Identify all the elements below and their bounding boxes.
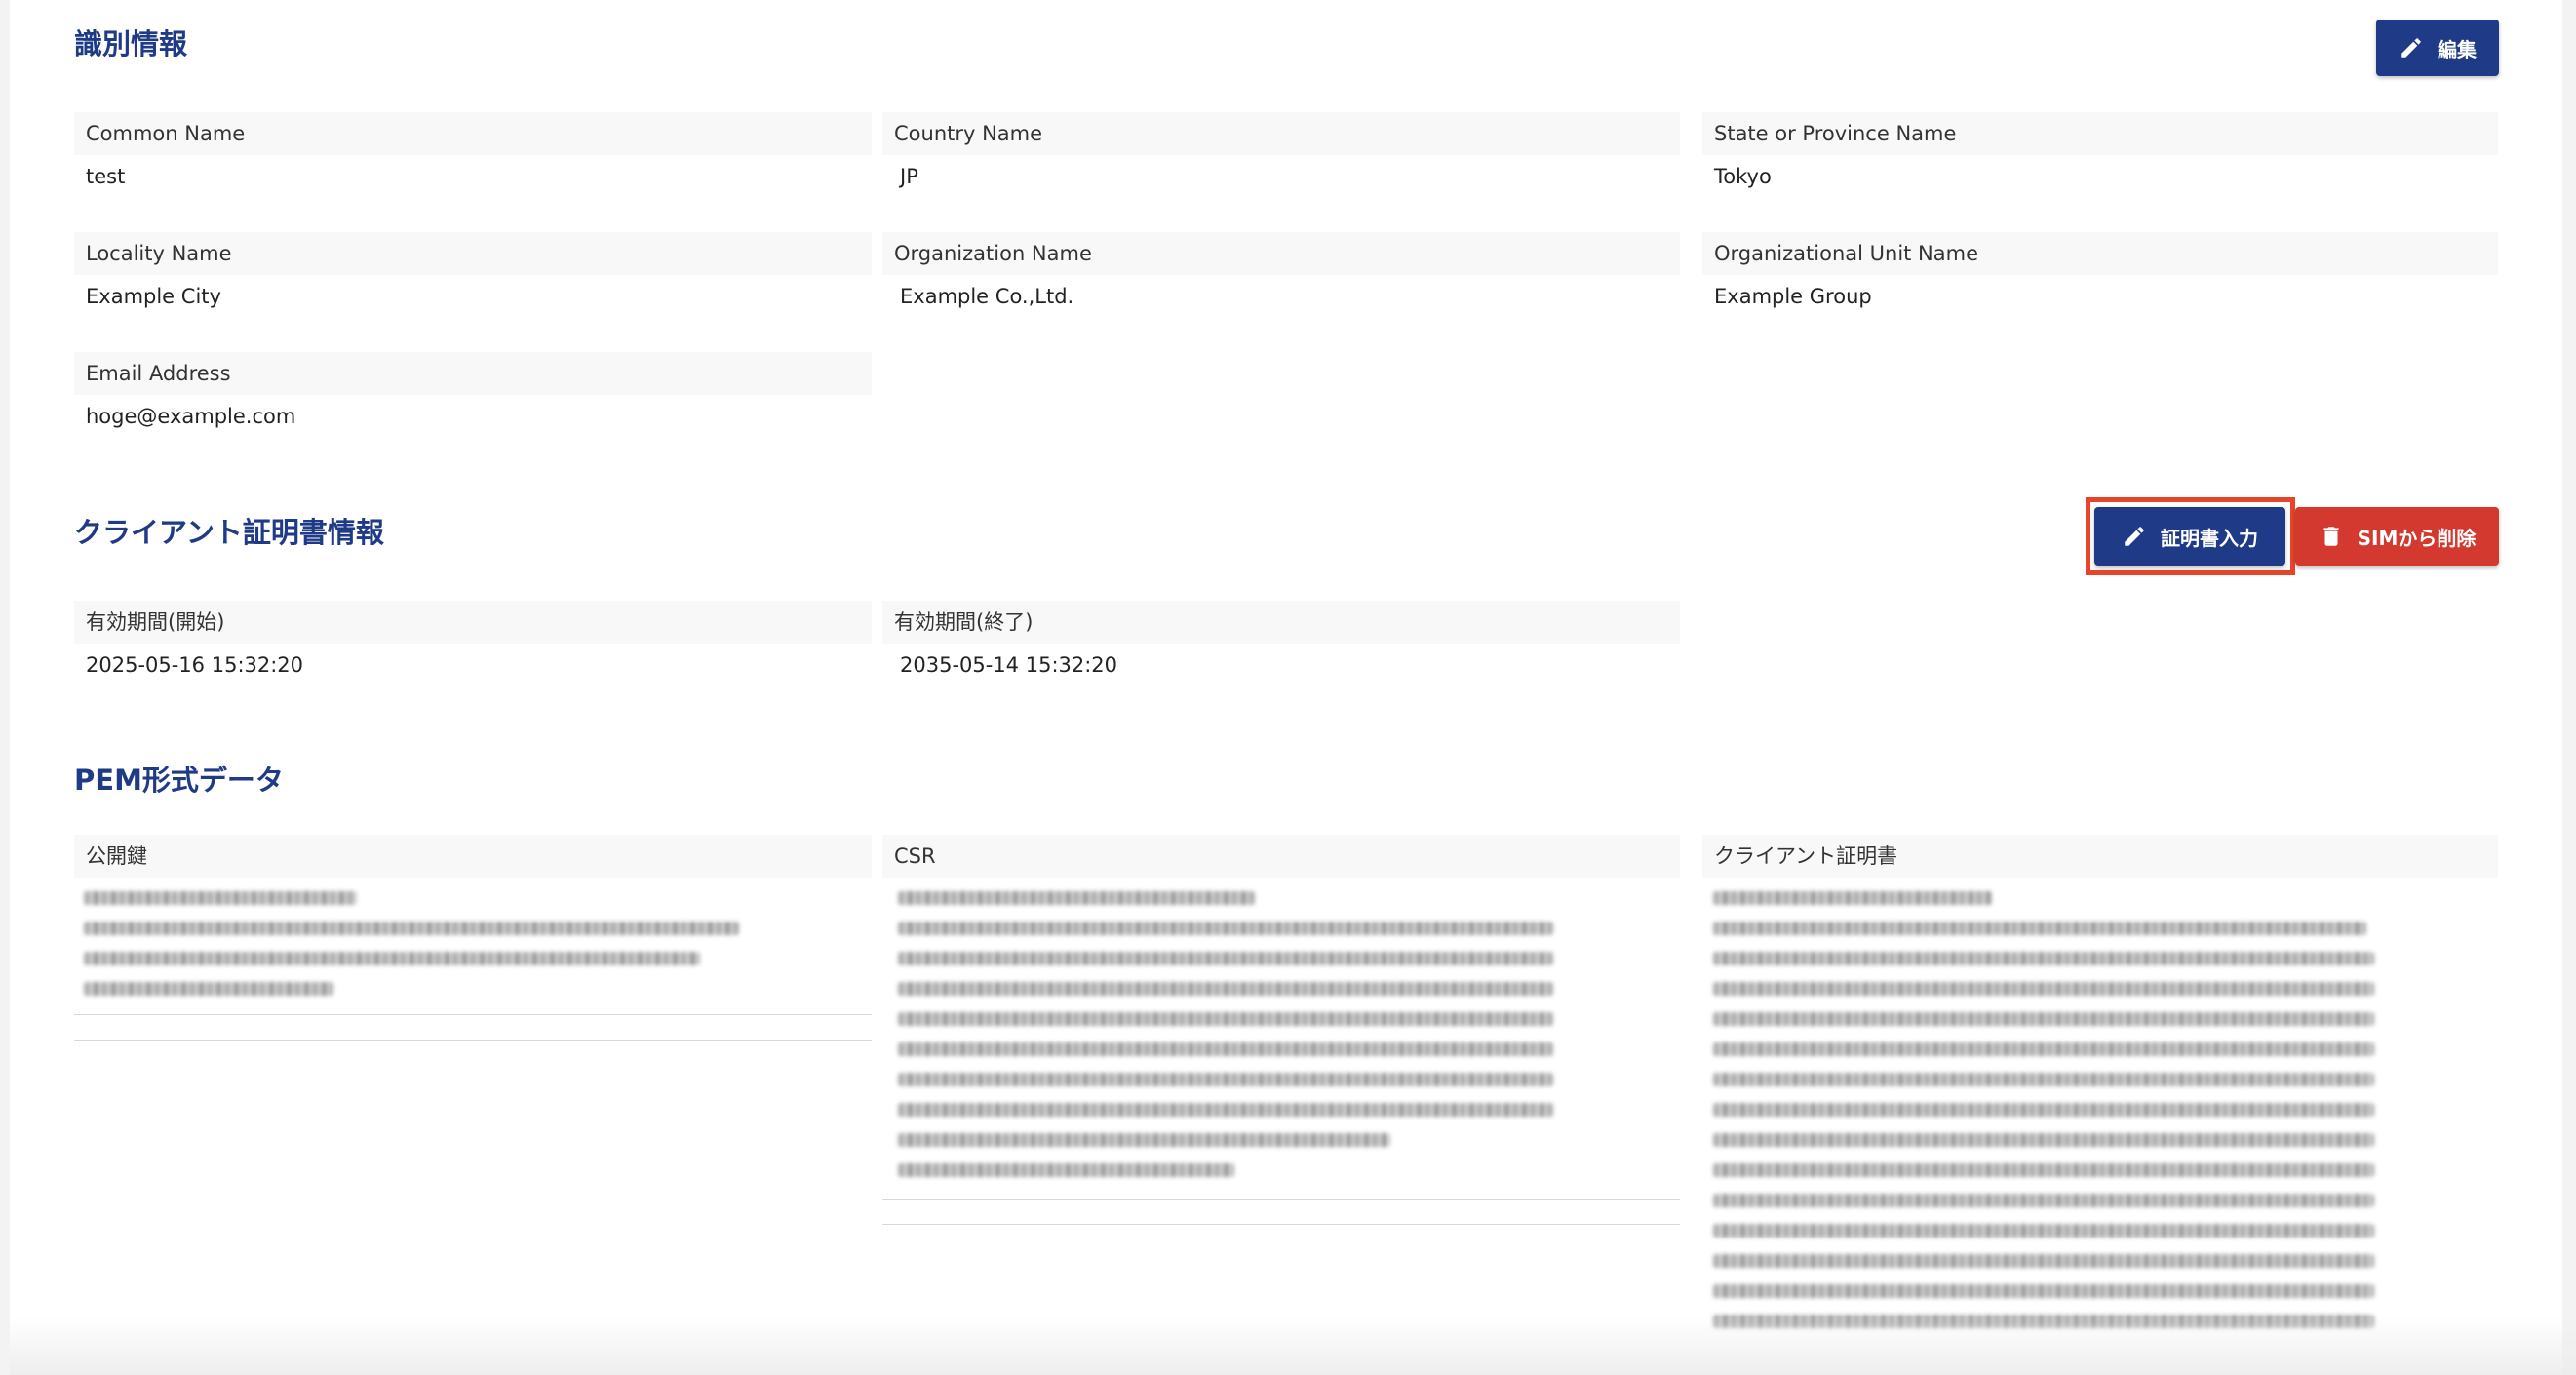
field-value: 2025-05-16 15:32:20 [86, 653, 304, 677]
blurred-text-line [1713, 1284, 2374, 1298]
field-value: Example Group [1714, 285, 1872, 308]
field-label: 有効期間(終了) [882, 601, 1680, 644]
delete-from-sim-button[interactable]: SIMから削除 [2295, 507, 2499, 566]
blurred-text-line [1713, 1254, 2374, 1268]
blurred-text-line [898, 891, 1255, 905]
field-organizational-unit-name: Organizational Unit Name Example Group [1702, 232, 2498, 318]
blurred-text-line [898, 1012, 1553, 1026]
field-label: 有効期間(開始) [74, 601, 872, 644]
blurred-text-line [1713, 1103, 2374, 1117]
blurred-text-line [898, 922, 1553, 935]
blurred-text-line [898, 1042, 1553, 1056]
certificate-detail-page: 識別情報 編集 Common Name test Country Name JP… [10, 0, 2576, 1375]
field-organization-name: Organization Name Example Co.,Ltd. [882, 232, 1680, 318]
pem-label: CSR [882, 835, 1680, 878]
blurred-text-line [898, 1133, 1390, 1147]
pem-csr: CSR [882, 835, 1680, 878]
blurred-text-line [84, 982, 333, 996]
blurred-text-line [1713, 1194, 2374, 1207]
blurred-text-line [898, 1163, 1234, 1177]
field-valid-to: 有効期間(終了) 2035-05-14 15:32:20 [882, 601, 1680, 687]
pem-section-title: PEM形式データ [74, 764, 284, 797]
certificate-input-button-label: 証明書入力 [2161, 526, 2258, 550]
client-cert-section-title: クライアント証明書情報 [74, 516, 384, 549]
blurred-text-line [1713, 891, 1992, 905]
divider [882, 1224, 1680, 1225]
field-label: Organizational Unit Name [1702, 232, 2498, 275]
field-value: Example City [86, 285, 221, 308]
field-value: Tokyo [1714, 165, 1772, 188]
blurred-text-line [1713, 1133, 2374, 1147]
blurred-text-line [1713, 1012, 2374, 1026]
blurred-text-line [1713, 952, 2374, 965]
pem-client-certificate: クライアント証明書 [1702, 835, 2498, 878]
field-label: Country Name [882, 112, 1680, 155]
field-value: test [86, 165, 126, 188]
field-label: Organization Name [882, 232, 1680, 275]
field-value: JP [900, 165, 918, 188]
bottom-fade [10, 1316, 2576, 1375]
field-email-address: Email Address hoge@example.com [74, 352, 872, 438]
pem-csr-content [898, 891, 1557, 1194]
field-label: Common Name [74, 112, 872, 155]
pencil-icon [2125, 527, 2144, 546]
field-country-name: Country Name JP [882, 112, 1680, 198]
blurred-text-line [898, 1103, 1553, 1117]
blurred-text-line [898, 982, 1553, 996]
pencil-icon [2401, 38, 2421, 58]
divider [74, 1040, 872, 1041]
field-valid-from: 有効期間(開始) 2025-05-16 15:32:20 [74, 601, 872, 687]
pem-client-certificate-content [1713, 891, 2386, 1345]
certificate-input-button[interactable]: 証明書入力 [2094, 507, 2285, 566]
field-common-name: Common Name test [74, 112, 872, 198]
blurred-text-line [1713, 1042, 2374, 1056]
blurred-text-line [1713, 982, 2374, 996]
blurred-text-line [898, 952, 1553, 965]
field-state-name: State or Province Name Tokyo [1702, 112, 2498, 198]
divider [74, 1014, 872, 1015]
field-value: 2035-05-14 15:32:20 [900, 653, 1118, 677]
field-locality-name: Locality Name Example City [74, 232, 872, 318]
field-label: State or Province Name [1702, 112, 2498, 155]
divider [882, 1199, 1680, 1200]
blurred-text-line [84, 922, 739, 935]
blurred-text-line [84, 891, 357, 905]
pem-public-key: 公開鍵 [74, 835, 872, 878]
blurred-text-line [1713, 922, 2366, 935]
field-label: Email Address [74, 352, 872, 395]
delete-from-sim-button-label: SIMから削除 [2357, 526, 2477, 550]
blurred-text-line [1713, 1163, 2374, 1177]
identity-section-title: 識別情報 [74, 27, 188, 60]
edit-button-label: 編集 [2438, 37, 2477, 61]
trash-icon [2323, 527, 2339, 546]
blurred-text-line [1713, 1073, 2374, 1086]
field-value: Example Co.,Ltd. [900, 285, 1074, 308]
blurred-text-line [84, 952, 700, 965]
blurred-text-line [898, 1073, 1553, 1086]
pem-label: 公開鍵 [74, 835, 872, 878]
pem-public-key-content [84, 891, 747, 1012]
edit-button[interactable]: 編集 [2376, 20, 2499, 76]
pem-label: クライアント証明書 [1702, 835, 2498, 878]
field-value: hoge@example.com [86, 405, 296, 428]
blurred-text-line [1713, 1224, 2374, 1238]
field-label: Locality Name [74, 232, 872, 275]
